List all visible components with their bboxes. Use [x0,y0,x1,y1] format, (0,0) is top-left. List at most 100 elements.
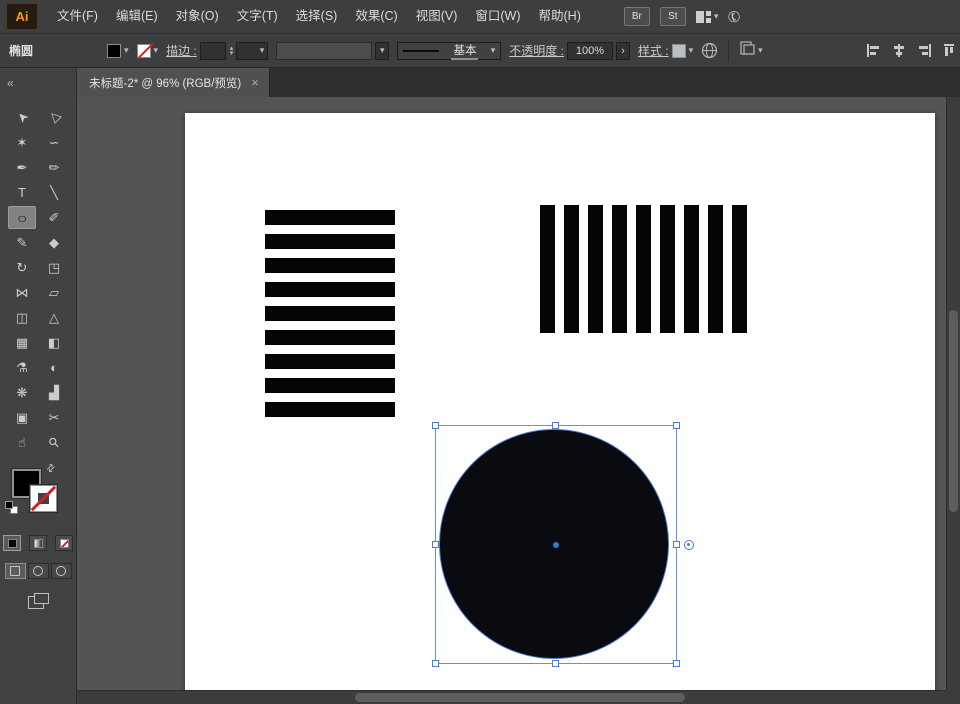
selected-circle-object[interactable] [439,429,669,659]
shape-builder-tool[interactable]: ◫ [8,306,36,329]
draw-normal-button[interactable] [5,563,26,579]
horizontal-scrollbar-thumb[interactable] [355,693,685,702]
selection-handle-bottom-left[interactable] [432,660,439,667]
close-tab-icon[interactable]: × [251,76,259,89]
menu-edit[interactable]: 编辑(E) [107,0,167,33]
align-right-button[interactable] [918,44,932,57]
stock-button[interactable]: St [660,7,686,26]
spinner-down-icon[interactable]: ▾ [230,51,234,56]
stroke-weight-input[interactable] [200,42,226,60]
selection-handle-bottom-center[interactable] [552,660,559,667]
slice-tool[interactable]: ✂ [40,406,68,429]
mesh-tool[interactable]: ▦ [8,331,36,354]
document-tab[interactable]: 未标题-2* @ 96% (RGB/预览) × [77,68,270,97]
paintbrush-tool[interactable]: ✐ [40,206,68,229]
menu-type[interactable]: 文字(T) [228,0,287,33]
collapse-panel-icon[interactable]: « [7,76,14,90]
column-graph-tool[interactable]: ▟ [40,381,68,404]
chevron-down-icon[interactable]: ▾ [689,45,694,56]
globe-icon[interactable] [701,42,718,59]
horizontal-stripes-object[interactable] [265,210,395,417]
menu-help[interactable]: 帮助(H) [530,0,590,33]
free-transform-tool[interactable]: ▱ [40,281,68,304]
stroke-color-control[interactable]: ▾ [137,44,159,58]
vertical-scrollbar[interactable] [946,97,960,690]
width-tool[interactable]: ⋈ [8,281,36,304]
artboard-tool[interactable]: ▣ [8,406,36,429]
magic-wand-tool[interactable]: ✶ [8,131,36,154]
stroke-swatch[interactable] [30,485,57,512]
blend-tool[interactable]: ◐ [40,356,68,379]
default-fill-stroke-icon[interactable] [5,501,19,515]
horizontal-scrollbar[interactable] [77,690,946,704]
none-button[interactable] [55,535,73,551]
zoom-tool[interactable]: ⚲ [40,431,68,454]
selection-handle-top-left[interactable] [432,422,439,429]
brush-definition-chevron[interactable]: ▾ [375,42,389,60]
draw-behind-button[interactable] [28,563,49,579]
screen-mode-button[interactable] [28,593,48,608]
stroke-weight-dropdown[interactable]: ▾ [236,42,268,60]
direct-selection-tool[interactable]: ▷ [40,106,68,129]
type-tool[interactable]: T [8,181,36,204]
opacity-label[interactable]: 不透明度 : [509,42,564,59]
chevron-down-icon[interactable]: ▾ [124,45,129,56]
selection-handle-top-center[interactable] [552,422,559,429]
chevron-down-icon[interactable]: ▾ [758,45,763,56]
opacity-input[interactable]: 100% [567,42,613,60]
fill-color-swatch[interactable] [107,44,121,58]
rotate-tool[interactable]: ↻ [8,256,36,279]
workspace-switcher[interactable]: ▾ [696,11,719,23]
style-label[interactable]: 样式 : [638,42,669,59]
draw-inside-button[interactable] [51,563,72,579]
selection-tool[interactable]: ➤ [8,106,36,129]
document-setup-icon[interactable] [739,41,755,61]
selection-handle-bottom-right[interactable] [673,660,680,667]
stroke-label[interactable]: 描边 : [166,42,197,59]
stroke-weight-stepper[interactable]: ▴ ▾ [230,46,234,56]
perspective-grid-tool[interactable]: △ [40,306,68,329]
swap-fill-stroke-icon[interactable]: ⇄ [44,462,58,476]
pencil-tool[interactable]: ✎ [8,231,36,254]
selection-handle-middle-left[interactable] [432,541,439,548]
menu-effect[interactable]: 效果(C) [346,0,406,33]
menu-select[interactable]: 选择(S) [287,0,347,33]
menu-file[interactable]: 文件(F) [48,0,107,33]
pen-tool[interactable]: ✒ [8,156,36,179]
vertical-stripes-object[interactable] [540,205,747,333]
color-button[interactable] [3,535,21,551]
sync-icon[interactable]: ✆ [724,6,745,28]
align-top-button[interactable] [944,44,954,57]
line-segment-tool[interactable]: ╲ [40,181,68,204]
menu-window[interactable]: 窗口(W) [466,0,529,33]
menu-view[interactable]: 视图(V) [407,0,467,33]
blob-brush-tool[interactable]: ◆ [40,231,68,254]
ellipse-tool[interactable]: ○ [8,206,36,229]
hand-tool[interactable]: ☝ [8,431,36,454]
eyedropper-tool[interactable]: ⚗ [8,356,36,379]
bridge-button[interactable]: Br [624,7,650,26]
gradient-button[interactable] [29,535,47,551]
brush-definition-dropdown[interactable] [276,42,372,60]
selection-handle-top-right[interactable] [673,422,680,429]
vertical-scrollbar-thumb[interactable] [949,310,958,512]
variable-width-profile-dropdown[interactable]: 基本 ▾ [397,42,501,60]
canvas-pasteboard[interactable] [77,97,960,704]
rotate-handle[interactable] [684,540,694,550]
chevron-down-icon[interactable]: ▾ [154,45,159,56]
gradient-tool[interactable]: ◧ [40,331,68,354]
curvature-tool[interactable]: ✏ [40,156,68,179]
align-center-button[interactable] [892,44,906,57]
scale-tool[interactable]: ◳ [40,256,68,279]
selection-handle-middle-right[interactable] [673,541,680,548]
lasso-tool[interactable]: ∽ [40,131,68,154]
opacity-expand-button[interactable]: › [616,42,630,60]
symbol-sprayer-tool[interactable]: ❋ [8,381,36,404]
menu-object[interactable]: 对象(O) [167,0,228,33]
app-logo[interactable]: Ai [6,3,38,30]
artboard[interactable] [185,113,935,690]
style-swatch[interactable] [672,44,686,58]
fill-color-control[interactable]: ▾ [107,44,129,58]
stroke-color-swatch[interactable] [137,44,151,58]
align-left-button[interactable] [866,44,880,57]
